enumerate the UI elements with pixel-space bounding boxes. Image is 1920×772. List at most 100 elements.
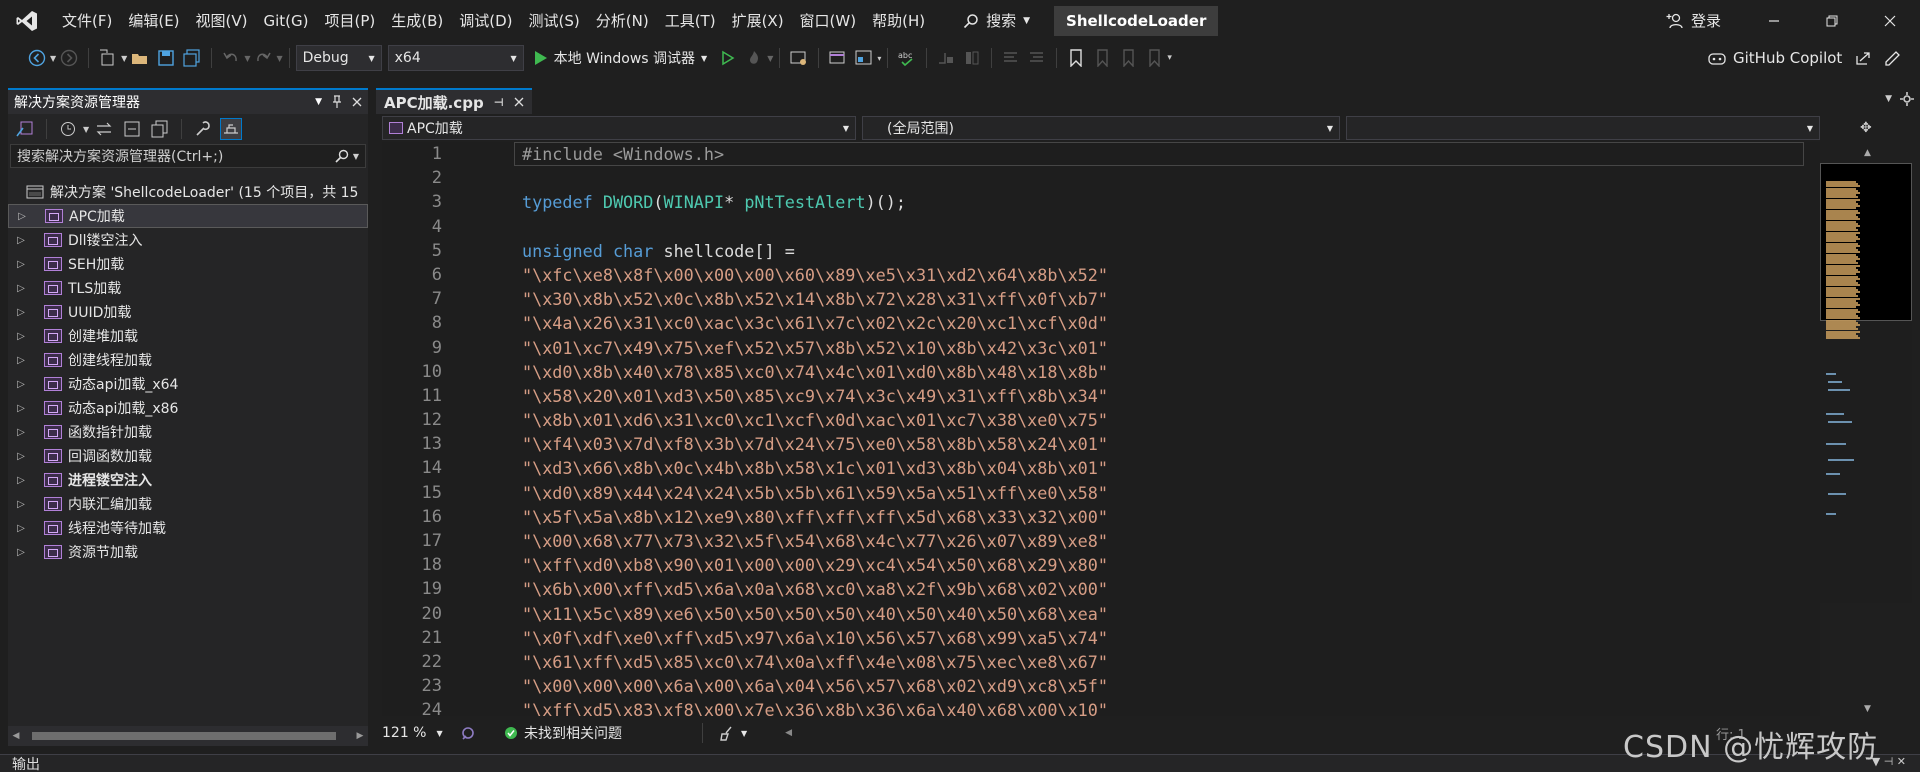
window-position-icon[interactable]: ▼ [315, 97, 322, 107]
intellicode-icon[interactable] [460, 725, 476, 741]
expand-arrow-icon[interactable]: ▷ [12, 427, 30, 438]
save-icon[interactable] [155, 47, 177, 69]
menu-item[interactable]: 窗口(W) [792, 0, 865, 41]
project-node[interactable]: ▷ 进程镂空注入 [8, 468, 368, 492]
expand-arrow-icon[interactable]: ▷ [12, 451, 30, 462]
github-copilot-button[interactable]: GitHub Copilot [1708, 41, 1901, 75]
menu-item[interactable]: 扩展(X) [724, 0, 792, 41]
chevron-down-icon[interactable]: ▼ [244, 54, 250, 63]
comment-icon[interactable] [1000, 47, 1022, 69]
collapse-all-icon[interactable] [121, 118, 143, 140]
login-button[interactable]: 登录 [1666, 0, 1721, 41]
redo-icon[interactable] [252, 47, 274, 69]
bookmark-next-icon[interactable] [1117, 47, 1139, 69]
scroll-right-icon[interactable]: ▶ [352, 731, 368, 741]
scroll-left-icon[interactable]: ◀ [8, 731, 24, 741]
save-all-icon[interactable] [181, 47, 203, 69]
navigate-forward-icon[interactable] [58, 47, 80, 69]
menu-item[interactable]: 分析(N) [588, 0, 657, 41]
horizontal-scrollbar[interactable]: ◀ ▶ [8, 726, 368, 746]
start-debugging-button[interactable]: 本地 Windows 调试器 ▼ [534, 48, 707, 68]
close-icon[interactable] [352, 97, 362, 107]
expand-arrow-icon[interactable]: ▷ [12, 259, 30, 270]
bookmark-icon[interactable] [1065, 47, 1087, 69]
member-select[interactable]: ▼ [1346, 116, 1820, 140]
expand-arrow-icon[interactable]: ▷ [12, 547, 30, 558]
code-editor[interactable]: 1 2 3 4 5 6 7 8 9 10 11 12 13 14 15 16 17 18 19 20 21 22 23 24 … [382, 142, 1820, 716]
properties-icon[interactable] [192, 118, 214, 140]
project-node[interactable]: ▷ TLS加载 [8, 276, 368, 300]
sync-icon[interactable] [93, 118, 115, 140]
project-node[interactable]: ▷ 创建线程加载 [8, 348, 368, 372]
expand-arrow-icon[interactable]: ▷ [12, 235, 30, 246]
pin-tab-icon[interactable]: ⊣ [494, 96, 504, 109]
code-minimap[interactable] [1820, 163, 1912, 603]
chevron-down-icon[interactable]: ▼ [121, 54, 127, 63]
expand-arrow-icon[interactable]: ▷ [12, 307, 30, 318]
scroll-down-icon[interactable]: ▼ [1864, 704, 1871, 714]
diagnostics-icon[interactable] [827, 47, 849, 69]
menu-item[interactable]: 测试(S) [521, 0, 588, 41]
expand-arrow-icon[interactable]: ▷ [12, 499, 30, 510]
restore-button[interactable] [1804, 0, 1860, 41]
project-node[interactable]: ▷ 资源节加载 [8, 540, 368, 564]
expand-arrow-icon[interactable]: ▷ [12, 523, 30, 534]
project-node[interactable]: ▷ 动态api加载_x86 [8, 396, 368, 420]
pending-changes-icon[interactable] [57, 118, 79, 140]
expand-arrow-icon[interactable]: ▷ [12, 379, 30, 390]
tab-apc-cpp[interactable]: APC加载.cpp ⊣ [376, 88, 532, 114]
chevron-down-icon[interactable]: ▼ [767, 54, 773, 63]
menu-item[interactable]: 工具(T) [657, 0, 724, 41]
project-node[interactable]: ▷ 创建堆加载 [8, 324, 368, 348]
project-node[interactable]: ▷ UUID加载 [8, 300, 368, 324]
new-project-icon[interactable] [97, 47, 119, 69]
uncomment-icon[interactable] [1026, 47, 1048, 69]
share-icon[interactable] [1855, 50, 1871, 66]
project-node[interactable]: ▷ 内联汇编加载 [8, 492, 368, 516]
navigate-back-icon[interactable] [26, 47, 48, 69]
scroll-left-icon[interactable]: ◀ [785, 728, 792, 738]
spell-check-icon[interactable]: abc [896, 47, 918, 69]
scrollbar-thumb[interactable] [32, 732, 336, 740]
tab-list-dropdown-icon[interactable]: ▼ [1885, 94, 1892, 104]
issues-indicator[interactable]: 未找到相关问题 [504, 723, 622, 743]
solution-root-node[interactable]: 解决方案 'ShellcodeLoader' (15 个项目，共 15 [8, 180, 368, 204]
bookmark-clear-icon[interactable] [1143, 47, 1165, 69]
menu-item[interactable]: 视图(V) [188, 0, 256, 41]
project-node[interactable]: ▷ 回调函数加载 [8, 444, 368, 468]
split-window-icon[interactable]: ✥ [1860, 120, 1872, 136]
search-button[interactable]: 搜索 ▼ [955, 6, 1038, 36]
chevron-down-icon[interactable]: ▼ [276, 54, 282, 63]
expand-arrow-icon[interactable]: ▷ [12, 355, 30, 366]
overflow-icon[interactable]: ▾ [877, 54, 881, 63]
project-node[interactable]: ▷ 线程池等待加载 [8, 516, 368, 540]
chevron-down-icon[interactable]: ▼ [83, 125, 89, 134]
project-node[interactable]: ▷ APC加载 [8, 204, 368, 228]
menu-item[interactable]: 项目(P) [317, 0, 384, 41]
start-without-debugging-icon[interactable] [717, 47, 739, 69]
expand-arrow-icon[interactable]: ▷ [12, 475, 30, 486]
platform-select[interactable]: x64 ▼ [387, 45, 524, 71]
show-all-files-icon[interactable] [149, 118, 171, 140]
expand-arrow-icon[interactable]: ▷ [13, 211, 31, 222]
step-icon[interactable] [935, 47, 957, 69]
project-node[interactable]: ▷ Dll镂空注入 [8, 228, 368, 252]
configuration-select[interactable]: Debug ▼ [295, 45, 382, 71]
project-node[interactable]: ▷ 动态api加载_x64 [8, 372, 368, 396]
menu-item[interactable]: 编辑(E) [120, 0, 187, 41]
pin-icon[interactable] [332, 95, 342, 109]
expand-arrow-icon[interactable]: ▷ [12, 331, 30, 342]
undo-icon[interactable] [220, 47, 242, 69]
menu-item[interactable]: 生成(B) [383, 0, 451, 41]
project-node[interactable]: ▷ SEH加载 [8, 252, 368, 276]
zoom-level-select[interactable]: 121 % ▼ [376, 725, 456, 741]
visual-studio-logo-icon[interactable] [0, 0, 54, 41]
solution-explorer-search[interactable]: 搜索解决方案资源管理器(Ctrl+;) ▼ [10, 144, 366, 168]
toolbar-overflow-icon[interactable]: ▾ [1167, 53, 1172, 63]
feedback-icon[interactable] [1884, 50, 1901, 66]
project-node[interactable]: ▷ 函数指针加载 [8, 420, 368, 444]
menu-item[interactable]: 调试(D) [451, 0, 520, 41]
layout-icon[interactable] [853, 47, 875, 69]
scope-select[interactable]: (全局范围) ▼ [862, 116, 1340, 140]
settings-gear-icon[interactable] [1900, 92, 1914, 106]
